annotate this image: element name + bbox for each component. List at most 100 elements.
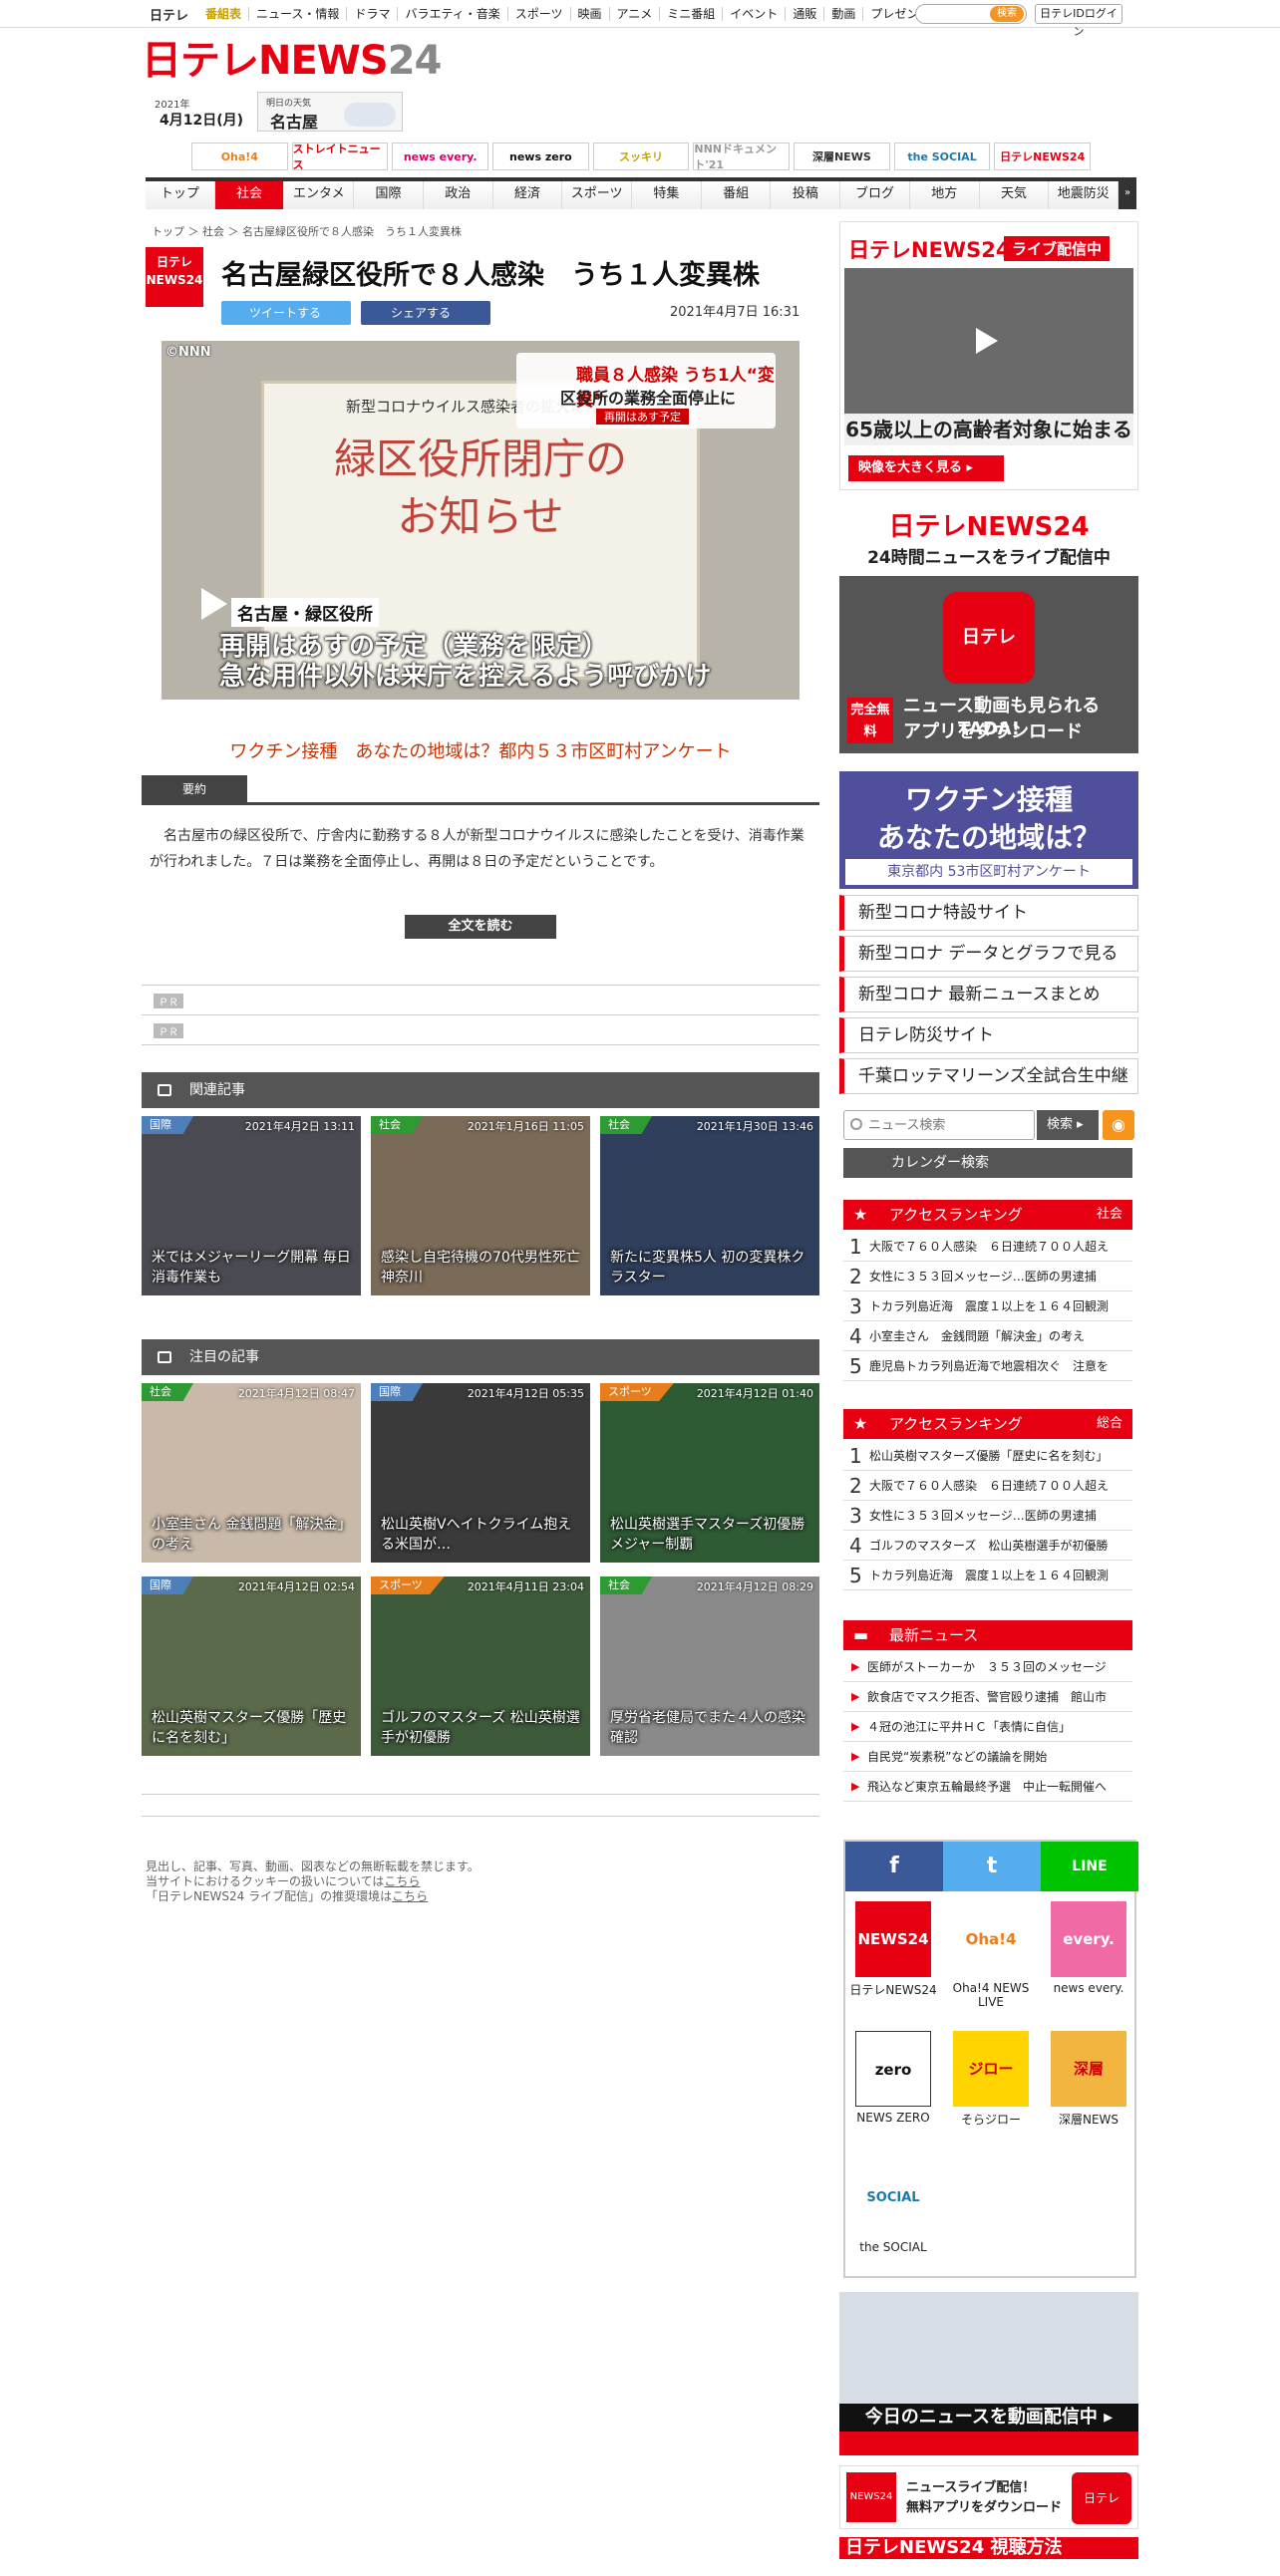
program-banner[interactable]: news zero [492,143,589,170]
ranking-item[interactable]: 3 女性に３５３回メッセージ…医師の男逮捕 [843,1501,1132,1531]
environment-link[interactable]: こちら [392,1889,428,1903]
ranking-item[interactable]: 5 鹿児島トカラ列島近海で地震相次ぐ 注意を [843,1351,1132,1381]
tada-app-banner[interactable]: 日テレTADA! 完全無料 ニュース動画も見られる アプリをダウンロード [839,576,1138,753]
ranking-category[interactable]: 総合 [1097,1409,1122,1439]
latest-news-item[interactable]: ▶ 飛込など東京五輪最終予選 中止一転開催へ [843,1772,1132,1802]
login-button[interactable]: 日テレIDログイン [1035,4,1122,38]
article-video[interactable]: 新型コロナウイルス感染者の拡大に伴う 緑区役所閉庁の お知らせ ©NNN 職員８人… [161,341,800,700]
nav-local[interactable]: 地方 [909,181,980,209]
breadcrumb[interactable]: トップ ＞ 社会 ＞ 名古屋緑区役所で８人感染 うち１人変異株 [152,223,462,239]
brand-oha4[interactable]: Oha!4 Oha!4 NEWS LIVE [943,1901,1039,2009]
program-banner[interactable]: 深層NEWS [794,143,890,170]
carousel-pager[interactable] [839,2432,1138,2455]
enlarge-video-button[interactable]: 映像を大きく見る ▸ [848,455,1004,481]
brand-news24[interactable]: NEWS24 日テレNEWS24 [845,1901,941,1998]
nav-world[interactable]: 国際 [354,181,424,209]
news-search-input[interactable] [868,1116,1028,1134]
ranking-item[interactable]: 4 小室圭さん 金銭問題「解決金」の考え [843,1321,1132,1351]
ranking-item[interactable]: 5 トカラ列島近海 震度１以上を１６４回観測 [843,1561,1132,1590]
app-download-banner[interactable]: NEWS24 ニュースライブ配信！ 無料アプリをダウンロード 日テレ TADA! [839,2465,1138,2557]
topbar-item[interactable]: ミニ番組 [659,7,722,21]
brand-sorajiro[interactable]: ジロー そらジロー [943,2031,1039,2128]
nav-disaster[interactable]: 地震防災 [1049,181,1120,209]
topbar-item[interactable]: 動画 [823,7,862,21]
featured-card[interactable]: 国際 2021年4月12日 05:35 松山英樹Vへイトクライム抱える米国が… [371,1383,590,1563]
live-stream-box[interactable]: 日テレNEWS24 ライブ配信中 65歳以上の高齢者対象に始まる 映像を大きく見… [839,221,1138,490]
sidebar-link[interactable]: 新型コロナ 最新ニュースまとめ [839,977,1138,1012]
ranking-item[interactable]: 2 女性に３５３回メッセージ…医師の男逮捕 [843,1262,1132,1291]
featured-card[interactable]: スポーツ 2021年4月12日 01:40 松山英樹選手マスターズ初優勝 メジャ… [600,1383,819,1563]
nav-entame[interactable]: エンタメ [284,181,355,209]
nav-more-button[interactable]: » [1119,177,1136,209]
topbar-item[interactable]: ニュース・情報 [248,7,346,21]
nav-politics[interactable]: 政治 [423,181,493,209]
featured-card[interactable]: 国際 2021年4月12日 02:54 松山英樹マスターズ優勝「歴史に名を刻む」 [142,1576,361,1756]
featured-card[interactable]: 社会 2021年4月12日 08:29 厚労省老健局でまた４人の感染確認 [600,1576,819,1756]
news-search-box[interactable] [843,1110,1035,1140]
sidebar-link[interactable]: 新型コロナ特設サイト [839,895,1138,931]
brand-shinso[interactable]: 深層 深層NEWS [1041,2031,1136,2128]
topbar-item[interactable]: バラエティ・音楽 [397,7,506,21]
line-icon[interactable]: LINE [1041,1842,1138,1891]
topbar-item[interactable]: 通販 [785,7,823,21]
nav-feature[interactable]: 特集 [632,181,702,209]
nav-programs[interactable]: 番組 [701,181,772,209]
brand-zero[interactable]: zero NEWS ZERO [845,2031,941,2125]
ntv-logo[interactable]: 日テレ [150,5,188,24]
calendar-search-button[interactable]: カレンダー検索 [843,1148,1132,1178]
program-banner[interactable]: Oha!4 [191,143,288,170]
program-banner[interactable]: 日テレNEWS24 [994,143,1092,170]
nav-economy[interactable]: 経済 [492,181,563,209]
read-more-button[interactable]: 全文を読む [405,915,556,939]
play-icon[interactable] [201,588,227,620]
program-banner[interactable]: スッキリ [592,143,690,170]
vaccine-banner[interactable]: ワクチン接種 あなたの地域は？ 東京都内 53市区町村アンケート [839,771,1138,889]
ranking-item[interactable]: 3 トカラ列島近海 震度１以上を１６４回観測 [843,1291,1132,1321]
latest-news-item[interactable]: ▶ 自民党“炭素税”などの議論を開始 [843,1742,1132,1772]
topbar-item[interactable]: スポーツ [506,7,570,21]
nav-weather[interactable]: 天気 [979,181,1050,209]
pr-row[interactable]: ＰＲ [142,1014,819,1044]
ranking-item[interactable]: 2 大阪で７６０人感染 ６日連続７００人超え [843,1471,1132,1501]
site-logo[interactable]: 日テレNEWS24 [142,38,442,84]
live24-banner[interactable]: 日テレNEWS24 24時間ニュースをライブ配信中 [839,506,1138,568]
latest-news-item[interactable]: ▶ 医師がストーカーか ３５３回のメッセージ [843,1652,1132,1682]
nav-blog[interactable]: ブログ [840,181,910,209]
sidebar-link[interactable]: 新型コロナ データとグラフで見る [839,936,1138,972]
vaccine-survey-link[interactable]: ワクチン接種 あなたの地域は？都内５３市区町村アンケート [142,737,819,763]
featured-card[interactable]: スポーツ 2021年4月11日 23:04 ゴルフのマスターズ 松山英樹選手が初… [371,1576,590,1756]
facebook-icon[interactable]: f [845,1842,943,1891]
ranking-item[interactable]: 4 ゴルフのマスターズ 松山英樹選手が初優勝 [843,1531,1132,1561]
nav-sports[interactable]: スポーツ [562,181,633,209]
brand-every[interactable]: every. news every. [1041,1901,1136,1995]
nav-top[interactable]: トップ [146,181,215,209]
featured-card[interactable]: 社会 2021年4月12日 08:47 小室圭さん 金銭問題「解決金」の考え [142,1383,361,1563]
topbar-item[interactable]: イベント [722,7,785,21]
topbar-item[interactable]: ドラマ [346,7,397,21]
latest-news-item[interactable]: ▶ 飲食店でマスク拒否、警官殴り逮捕 館山市 [843,1682,1132,1712]
latest-news-item[interactable]: ▶ ４冠の池江に平井ＨＣ「表情に自信」 [843,1712,1132,1742]
play-icon[interactable] [976,328,998,354]
program-banner[interactable]: NNNドキュメント'21 [693,143,791,171]
facebook-share-button[interactable]: シェアする [361,301,490,325]
rss-icon[interactable]: ◉ [1103,1110,1134,1140]
related-card[interactable]: 社会 2021年1月16日 11:05 感染し自宅待機の70代男性死亡 神奈川 [371,1116,590,1295]
news-search-button[interactable]: 検索 ▸ [1037,1110,1099,1140]
news24-howto-banner[interactable]: 日テレNEWS24 視聴方法 [839,2537,1138,2559]
topbar-item[interactable]: 映画 [569,7,609,21]
related-card[interactable]: 社会 2021年1月30日 13:46 新たに変異株5人 初の変異株クラスター [600,1116,819,1295]
pr-row[interactable]: ＰＲ [142,985,819,1014]
topbar-item[interactable]: 番組表 [198,7,248,21]
program-banner[interactable]: the SOCIAL [893,143,991,170]
ranking-item[interactable]: 1 松山英樹マスターズ優勝「歴史に名を刻む」 [843,1441,1132,1471]
sidebar-link[interactable]: 日テレ防災サイト [839,1017,1138,1053]
topbar-search-button[interactable]: 検索 [990,6,1024,22]
live-thumbnail[interactable]: 65歳以上の高齢者対象に始まる [844,268,1133,445]
twitter-icon[interactable]: t [943,1842,1041,1891]
anchors-video-banner[interactable]: 今日のニュースを動画配信中 ▸ [839,2292,1138,2455]
related-card[interactable]: 国際 2021年4月2日 13:11 米ではメジャーリーグ開幕 毎日消毒作業も [142,1116,361,1295]
nav-society[interactable]: 社会 [214,181,285,209]
sidebar-link[interactable]: 千葉ロッテマリーンズ全試合生中継 [839,1058,1138,1094]
program-banner[interactable]: ストレイトニュース [291,143,389,171]
brand-social[interactable]: SOCIAL the SOCIAL [845,2160,941,2254]
